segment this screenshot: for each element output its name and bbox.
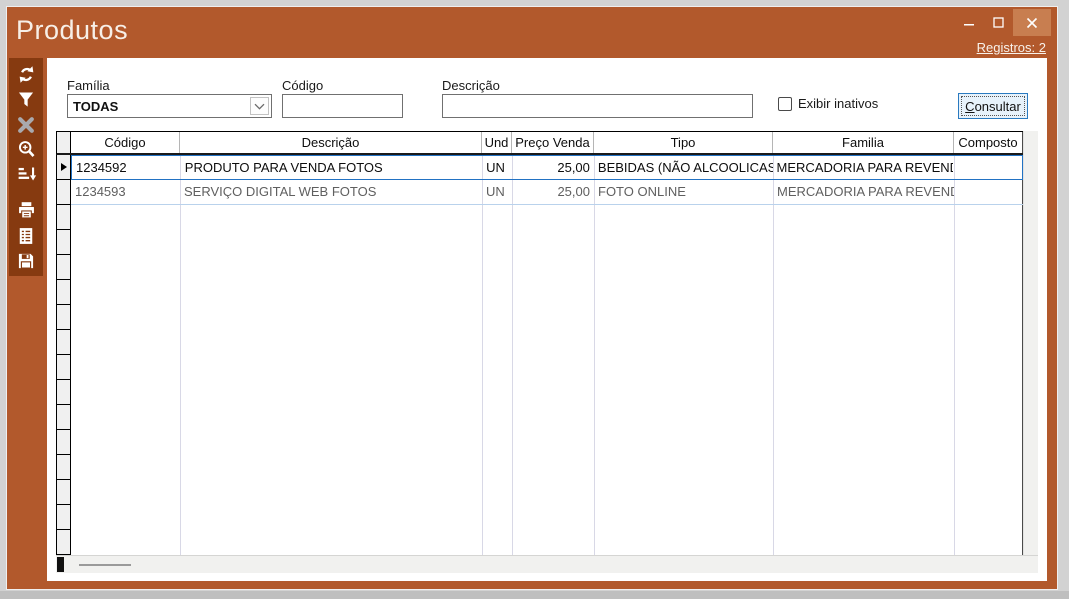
horizontal-scrollbar[interactable] <box>56 555 1038 573</box>
cell-und: UN <box>482 180 512 204</box>
filter-button[interactable] <box>11 87 41 112</box>
side-toolbar <box>9 58 43 276</box>
column-separator <box>512 155 513 555</box>
column-separator <box>954 155 955 555</box>
maximize-button[interactable] <box>984 9 1013 36</box>
close-button[interactable] <box>1013 9 1051 36</box>
products-grid: Código Descrição Und Preço Venda Tipo Fa… <box>56 131 1038 573</box>
clear-button[interactable] <box>11 112 41 137</box>
grid-header-descricao[interactable]: Descrição <box>180 132 482 153</box>
vertical-scrollbar[interactable] <box>1023 131 1038 555</box>
scrollbar-thumb[interactable] <box>79 564 131 566</box>
search-button[interactable] <box>11 137 41 162</box>
sort-button[interactable] <box>11 162 41 187</box>
row-selector-cell <box>57 380 71 405</box>
maximize-icon <box>993 17 1004 28</box>
grid-header-und[interactable]: Und <box>482 132 512 153</box>
row-selector-cell <box>57 180 71 205</box>
row-selector-cell <box>57 230 71 255</box>
scrollbar-left-block <box>57 557 64 572</box>
row-selector-cell <box>57 155 71 180</box>
checkbox-box-icon <box>778 97 792 111</box>
produtos-window: Produtos Registros: 2 <box>6 6 1058 590</box>
filter-icon <box>16 90 36 110</box>
grid-body: 1234592 PRODUTO PARA VENDA FOTOS UN 25,0… <box>56 155 1023 555</box>
cell-preco-venda: 25,00 <box>512 156 594 179</box>
desktop-bottom-strip <box>0 591 1069 599</box>
minimize-icon <box>964 17 975 28</box>
current-row-pointer-icon <box>61 163 67 171</box>
codigo-label: Código <box>282 79 337 95</box>
cell-tipo: BEBIDAS (NÃO ALCOOLICAS) <box>594 156 773 179</box>
row-selector-cell <box>57 405 71 430</box>
cell-familia: MERCADORIA PARA REVENDA <box>773 156 954 179</box>
clear-x-icon <box>16 115 36 135</box>
consultar-label: Consultar <box>965 99 1021 114</box>
row-selector-cell <box>57 205 71 230</box>
row-selector-cell <box>57 505 71 530</box>
exibir-inativos-checkbox[interactable]: Exibir inativos <box>778 96 878 111</box>
cell-descricao: SERVIÇO DIGITAL WEB FOTOS <box>180 180 482 204</box>
column-separator <box>180 155 181 555</box>
column-separator <box>773 155 774 555</box>
save-button[interactable] <box>11 248 41 273</box>
table-row[interactable]: 1234592 PRODUTO PARA VENDA FOTOS UN 25,0… <box>71 155 1023 180</box>
familia-select[interactable]: TODAS <box>67 94 272 118</box>
grid-header-codigo[interactable]: Código <box>71 132 180 153</box>
cell-codigo: 1234592 <box>72 156 181 179</box>
cell-composto <box>954 180 1023 204</box>
cell-codigo: 1234593 <box>71 180 180 204</box>
row-selector-cell <box>57 330 71 355</box>
grid-header-composto[interactable]: Composto <box>954 132 1023 153</box>
exibir-inativos-label: Exibir inativos <box>798 96 878 111</box>
row-selector-cell <box>57 255 71 280</box>
row-selector-column <box>57 155 71 555</box>
search-zoom-icon <box>16 139 37 160</box>
familia-label: Família <box>67 79 124 95</box>
refresh-icon <box>16 64 37 85</box>
row-selector-cell <box>57 480 71 505</box>
descricao-input[interactable] <box>442 94 753 118</box>
window-controls <box>955 9 1051 36</box>
report-icon <box>16 226 36 246</box>
table-row[interactable]: 1234593 SERVIÇO DIGITAL WEB FOTOS UN 25,… <box>71 180 1023 205</box>
save-icon <box>16 251 36 271</box>
content-panel: Família TODAS Código Descrição Exibir in… <box>47 58 1047 581</box>
consultar-button[interactable]: Consultar <box>958 93 1028 119</box>
familia-dropdown-button[interactable] <box>250 97 269 115</box>
cell-tipo: FOTO ONLINE <box>594 180 773 204</box>
grid-header-row: Código Descrição Und Preço Venda Tipo Fa… <box>56 131 1023 155</box>
descricao-label: Descrição <box>442 79 514 95</box>
codigo-input[interactable] <box>282 94 403 118</box>
registros-link[interactable]: Registros: 2 <box>977 40 1046 55</box>
minimize-button[interactable] <box>955 9 984 36</box>
sort-icon <box>16 164 37 185</box>
grid-header-tipo[interactable]: Tipo <box>594 132 773 153</box>
column-separator <box>594 155 595 555</box>
print-button[interactable] <box>11 198 41 223</box>
grid-header-selector <box>57 132 71 153</box>
row-selector-cell <box>57 430 71 455</box>
cell-und: UN <box>482 156 512 179</box>
grid-header-familia[interactable]: Familia <box>773 132 954 153</box>
close-icon <box>1026 17 1038 29</box>
column-separator <box>482 155 483 555</box>
cell-descricao: PRODUTO PARA VENDA FOTOS <box>181 156 482 179</box>
titlebar: Produtos Registros: 2 <box>7 7 1057 58</box>
page-title: Produtos <box>16 15 128 46</box>
refresh-button[interactable] <box>11 62 41 87</box>
cell-composto <box>953 156 1022 179</box>
report-button[interactable] <box>11 223 41 248</box>
chevron-down-icon <box>254 103 265 110</box>
familia-selected-value: TODAS <box>68 99 250 114</box>
row-selector-cell <box>57 455 71 480</box>
cell-familia: MERCADORIA PARA REVENDA <box>773 180 954 204</box>
grid-header-preco-venda[interactable]: Preço Venda <box>512 132 594 153</box>
row-selector-cell <box>57 280 71 305</box>
row-selector-cell <box>57 305 71 330</box>
row-selector-cell <box>57 530 71 555</box>
row-selector-cell <box>57 355 71 380</box>
cell-preco-venda: 25,00 <box>512 180 594 204</box>
print-icon <box>16 200 37 221</box>
